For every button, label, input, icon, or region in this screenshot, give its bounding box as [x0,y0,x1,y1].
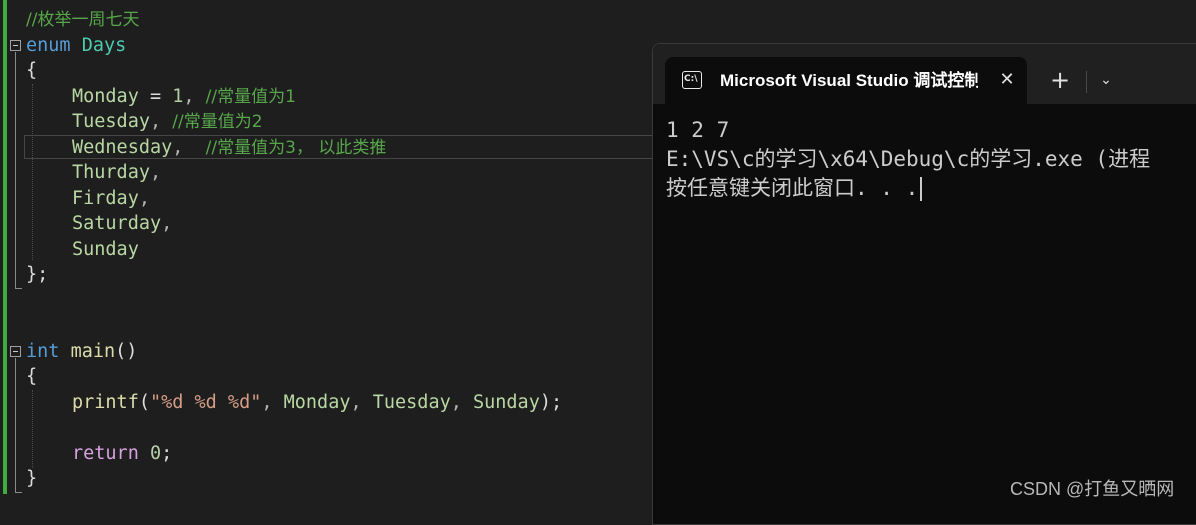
add-tab-icon[interactable]: + [1049,66,1071,94]
code-line-15: { [26,364,37,389]
code-line-2: enum Days [26,33,126,58]
string-literal: "%d %d %d" [149,392,262,413]
enum-name: Days [81,35,127,56]
terminal-output-line: 按任意键关闭此窗口. . . [666,174,923,203]
code-line-10: Sunday [72,237,139,262]
code-line-3: { [26,58,37,83]
code-editor[interactable]: //枚举一周七天 enum Days { Monday = 1, //常量值为1… [0,0,664,508]
code-comment: //常量值为1 [205,87,296,107]
indent-guide [32,390,33,468]
code-line-9: Saturday, [72,213,173,234]
enum-member: Tuesday [72,111,150,132]
code-line-18: return 0; [72,443,173,464]
terminal-output-line: E:\VS\c的学习\x64\Debug\c的学习.exe (进程 [666,147,1151,171]
code-line-4: Monday = 1, //常量值为1 [72,86,296,107]
fold-toggle-icon[interactable] [10,40,21,51]
enum-member: Sunday [72,239,139,260]
close-icon[interactable]: ✕ [997,70,1017,90]
tab-title: Microsoft Visual Studio 调试控制台 [720,71,978,90]
indent-guide [32,84,33,260]
fold-guide [15,358,16,492]
brace: { [26,60,38,81]
enum-member: Firday [72,188,139,209]
code-line-1: //枚举一周七天 [26,7,139,32]
code-line-7: Thurday, [72,162,162,183]
change-indicator-bar [3,0,7,494]
fold-toggle-icon[interactable] [10,346,21,357]
code-comment: //常量值为3， 以此类推 [205,138,387,158]
code-line-16: printf("%d %d %d", Monday, Tuesday, Sund… [72,392,563,413]
brace: { [26,366,38,387]
fold-guide [15,52,16,288]
code-line-5: Tuesday, //常量值为2 [72,111,263,132]
chevron-down-icon[interactable]: ⌄ [1095,68,1117,92]
code-line-11: }; [26,262,48,287]
code-comment: //常量值为2 [172,112,263,132]
fold-guide-end [15,492,22,493]
terminal-titlebar[interactable]: C:\ Microsoft Visual Studio 调试控制台 ✕ + ⌄ [653,44,1196,104]
enum-member: Tuesday [372,392,451,413]
code-line-14: int main() [26,341,138,362]
fold-guide-end [15,288,22,289]
terminal-tab[interactable]: C:\ Microsoft Visual Studio 调试控制台 ✕ [665,57,1027,104]
terminal-output-line: 1 2 7 [666,118,730,142]
brace: }; [26,264,49,285]
divider [1086,71,1087,93]
enum-member: Saturday [72,213,162,234]
terminal-window[interactable]: C:\ Microsoft Visual Studio 调试控制台 ✕ + ⌄ … [652,43,1196,525]
text-cursor [920,177,923,201]
keyword-enum: enum [26,35,71,56]
enum-member: Wednesday [72,137,173,158]
enum-member: Monday [72,86,139,107]
console-icon: C:\ [682,71,702,89]
code-comment: //枚举一周七天 [26,10,140,30]
watermark: CSDN @打鱼又晒网 [1010,479,1175,499]
enum-member: Sunday [473,392,540,413]
enum-member: Thurday [72,162,150,183]
code-line-19: } [26,466,37,491]
function-name: main [70,341,116,362]
keyword-return: return [72,443,139,464]
function-call: printf [72,392,139,413]
code-line-8: Firday, [72,188,150,209]
brace: } [26,468,38,489]
keyword-int: int [26,341,60,362]
code-line-6: Wednesday, //常量值为3， 以此类推 [72,137,387,158]
enum-member: Monday [283,392,351,413]
